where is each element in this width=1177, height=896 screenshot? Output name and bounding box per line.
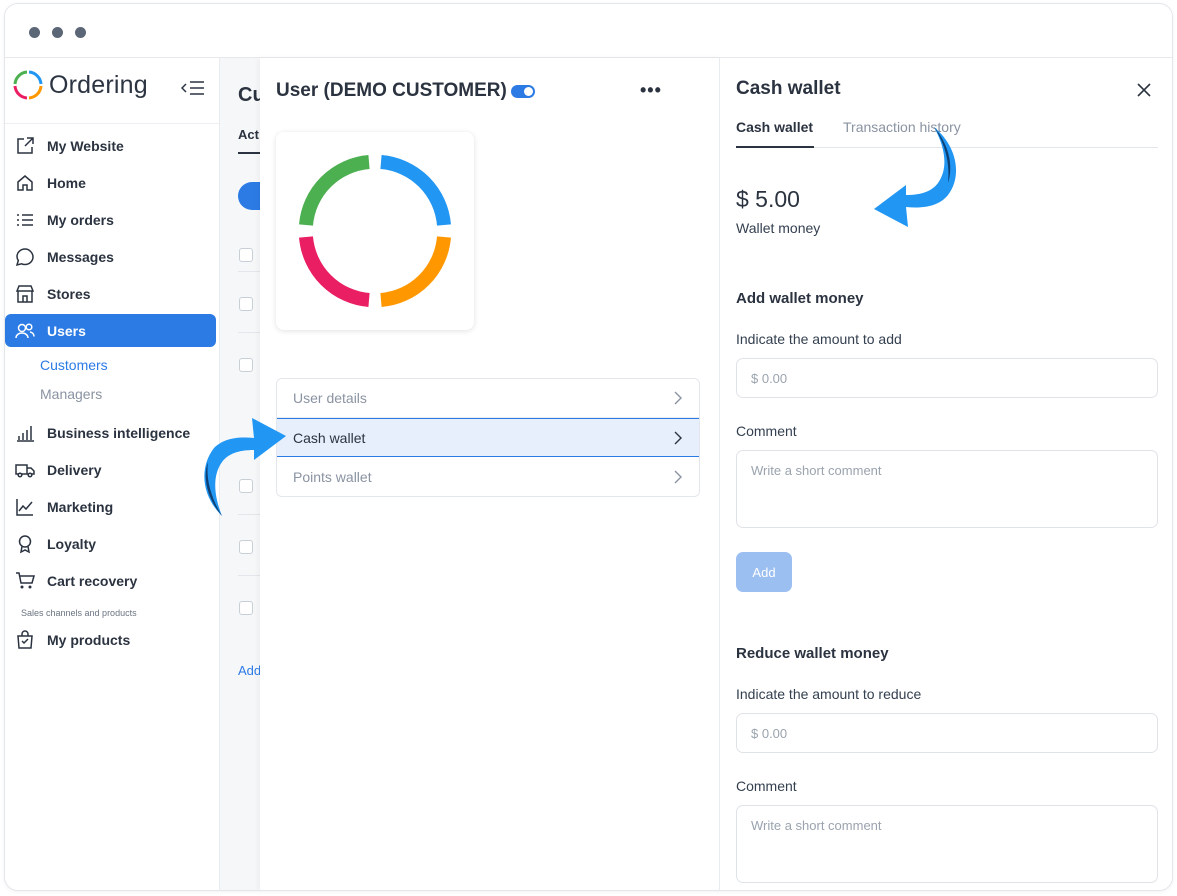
menu-user-details[interactable]: User details bbox=[277, 379, 699, 418]
reduce-amount-input[interactable]: $ 0.00 bbox=[736, 713, 1158, 753]
row-checkbox[interactable] bbox=[239, 601, 253, 615]
row-divider bbox=[238, 332, 260, 333]
row-divider bbox=[238, 271, 260, 272]
sidebar-item-my-website[interactable]: My Website bbox=[5, 129, 217, 162]
more-options-icon[interactable]: ••• bbox=[640, 80, 662, 101]
wallet-title: Cash wallet bbox=[736, 78, 841, 99]
reduce-amount-label: Indicate the amount to reduce bbox=[736, 686, 922, 702]
sidebar-item-label: Marketing bbox=[47, 498, 114, 515]
page-title: Cu bbox=[238, 84, 260, 106]
user-title: User (DEMO CUSTOMER) bbox=[276, 80, 507, 101]
row-checkbox[interactable] bbox=[239, 358, 253, 372]
sidebar-item-label: Loyalty bbox=[47, 535, 97, 552]
user-panel: User (DEMO CUSTOMER) ••• User details Ca… bbox=[260, 58, 720, 890]
trend-icon bbox=[15, 497, 35, 517]
row-checkbox[interactable] bbox=[239, 248, 253, 262]
bag-icon bbox=[15, 629, 35, 650]
home-icon bbox=[15, 173, 35, 193]
ordering-logo-icon bbox=[299, 155, 451, 307]
sidebar-item-my-orders[interactable]: My orders bbox=[5, 203, 217, 236]
sidebar-item-users[interactable]: Users bbox=[5, 314, 216, 347]
sidebar-item-my-products[interactable]: My products bbox=[5, 623, 217, 656]
sidebar-item-label: My Website bbox=[47, 137, 124, 154]
sidebar-item-home[interactable]: Home bbox=[5, 166, 217, 199]
add-wallet-heading: Add wallet money bbox=[736, 290, 864, 307]
chevron-right-icon bbox=[674, 391, 682, 405]
sidebar-item-business-intelligence[interactable]: Business intelligence bbox=[5, 416, 217, 449]
sidebar-item-delivery[interactable]: Delivery bbox=[5, 453, 217, 486]
chevron-right-icon bbox=[674, 431, 682, 444]
add-comment-textarea[interactable]: Write a short comment bbox=[736, 450, 1158, 528]
sidebar-item-label: Home bbox=[47, 174, 86, 191]
window-dot-maximize[interactable] bbox=[75, 27, 86, 38]
tab-underline bbox=[238, 152, 260, 154]
chat-icon bbox=[15, 247, 35, 267]
add-comment-label: Comment bbox=[736, 423, 797, 439]
close-icon[interactable] bbox=[1136, 82, 1152, 103]
menu-item-label: User details bbox=[293, 390, 367, 406]
award-icon bbox=[15, 534, 35, 554]
sidebar-divider bbox=[5, 123, 220, 124]
chevron-right-icon bbox=[674, 470, 682, 483]
sidebar-subitem-managers[interactable]: Managers bbox=[40, 386, 102, 402]
app-window: Ordering My Website Home My orders Messa… bbox=[4, 3, 1173, 891]
tab-cash-wallet[interactable]: Cash wallet bbox=[736, 119, 813, 135]
add-amount-label: Indicate the amount to add bbox=[736, 331, 902, 347]
row-checkbox[interactable] bbox=[239, 297, 253, 311]
sidebar-item-marketing[interactable]: Marketing bbox=[5, 490, 217, 523]
sidebar: Ordering My Website Home My orders Messa… bbox=[5, 58, 220, 890]
annotation-arrow-icon bbox=[874, 127, 957, 227]
collapse-sidebar-icon[interactable] bbox=[180, 80, 205, 101]
sidebar-item-loyalty[interactable]: Loyalty bbox=[5, 527, 217, 560]
annotation-arrow-icon bbox=[204, 418, 286, 516]
sidebar-subitem-customers[interactable]: Customers bbox=[40, 357, 108, 373]
window-dot-close[interactable] bbox=[29, 27, 40, 38]
add-button[interactable]: Add bbox=[736, 552, 792, 592]
brand-name: Ordering bbox=[49, 70, 148, 99]
reduce-wallet-heading: Reduce wallet money bbox=[736, 645, 889, 662]
sidebar-item-cart-recovery[interactable]: Cart recovery bbox=[5, 564, 217, 597]
reduce-comment-textarea[interactable]: Write a short comment bbox=[736, 805, 1158, 883]
truck-icon bbox=[15, 460, 35, 480]
active-tab-underline bbox=[736, 146, 814, 148]
sidebar-item-label: Stores bbox=[47, 285, 91, 302]
wallet-balance-label: Wallet money bbox=[736, 220, 821, 236]
list-icon bbox=[15, 210, 35, 230]
user-enabled-toggle[interactable] bbox=[511, 85, 535, 98]
store-icon bbox=[15, 284, 35, 304]
menu-cash-wallet[interactable]: Cash wallet bbox=[277, 418, 699, 457]
sidebar-item-label: Cart recovery bbox=[47, 572, 138, 589]
filter-pill[interactable] bbox=[238, 182, 260, 210]
brand[interactable]: Ordering bbox=[13, 68, 148, 102]
tab-active[interactable]: Act bbox=[238, 127, 259, 142]
sidebar-item-label: Users bbox=[47, 322, 86, 339]
sidebar-item-label: Messages bbox=[47, 248, 114, 265]
users-icon bbox=[15, 321, 35, 341]
sidebar-section-label: Sales channels and products bbox=[21, 608, 137, 618]
add-amount-input[interactable]: $ 0.00 bbox=[736, 358, 1158, 398]
sidebar-item-label: Delivery bbox=[47, 461, 102, 478]
user-avatar bbox=[276, 132, 474, 330]
sidebar-item-messages[interactable]: Messages bbox=[5, 240, 217, 273]
user-menu-list: User details Cash wallet Points wallet bbox=[276, 378, 700, 497]
menu-points-wallet[interactable]: Points wallet bbox=[277, 457, 699, 496]
menu-item-label: Cash wallet bbox=[293, 429, 366, 446]
title-bar bbox=[5, 4, 1172, 58]
bar-chart-icon bbox=[15, 423, 35, 443]
sidebar-item-stores[interactable]: Stores bbox=[5, 277, 217, 310]
ordering-logo-icon bbox=[13, 70, 43, 100]
menu-item-label: Points wallet bbox=[293, 468, 372, 485]
sidebar-item-label: My orders bbox=[47, 211, 114, 228]
add-customer-link[interactable]: Add bbox=[238, 663, 260, 678]
wallet-balance: $ 5.00 bbox=[736, 186, 800, 212]
row-checkbox[interactable] bbox=[239, 540, 253, 554]
external-link-icon bbox=[15, 136, 35, 156]
window-dot-minimize[interactable] bbox=[52, 27, 63, 38]
sidebar-item-label: Business intelligence bbox=[47, 424, 191, 441]
cart-icon bbox=[15, 571, 35, 591]
row-divider bbox=[238, 575, 260, 576]
sidebar-item-label: My products bbox=[47, 631, 131, 648]
reduce-comment-label: Comment bbox=[736, 778, 797, 794]
